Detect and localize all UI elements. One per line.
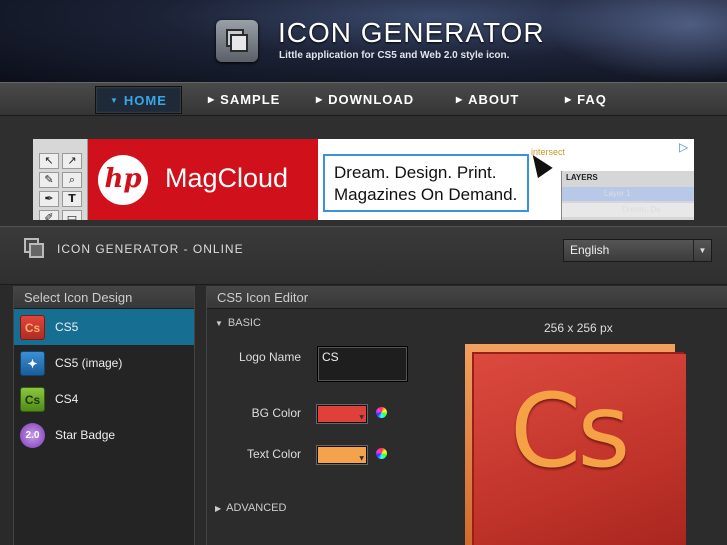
ad-toolbox: ↖ ↗ ✎ ⌕ ✒ T ✐ ▭	[33, 139, 88, 220]
site-subtitle: Little application for CS5 and Web 2.0 s…	[279, 50, 510, 61]
list-item-label: CS5	[55, 320, 79, 334]
logo-name-label: Logo Name	[238, 350, 301, 364]
nav-home[interactable]: ▼ HOME	[95, 86, 182, 114]
cs4-icon: Cs	[20, 387, 45, 412]
advanced-section-toggle[interactable]: ▶ ADVANCED	[215, 502, 286, 514]
ad-brand-name: MagCloud	[165, 163, 289, 193]
caret-right-icon: ▶	[565, 95, 573, 104]
editor-heading: CS5 Icon Editor	[207, 287, 727, 309]
nav-sample[interactable]: ▶ SAMPLE	[208, 86, 280, 114]
chevron-down-icon: ▼	[693, 240, 711, 261]
bg-color-label: BG Color	[251, 406, 301, 420]
hp-logo: hp	[98, 155, 148, 205]
text-color-swatch[interactable]: ▼	[317, 446, 367, 464]
star-badge-icon: 2.0	[20, 423, 45, 448]
caret-right-icon: ▶	[456, 95, 464, 104]
icon-preview: Cs	[465, 344, 686, 545]
cs5-icon: Cs	[20, 315, 45, 340]
caret-right-icon: ▶	[208, 95, 216, 104]
app-panel: ICON GENERATOR - ONLINE English ▼ Select…	[0, 226, 727, 545]
app-header: ICON GENERATOR - ONLINE English ▼	[0, 227, 727, 285]
icon-editor: CS5 Icon Editor ▼ BASIC Logo Name CS BG C…	[206, 286, 727, 545]
icon-size-label: 256 x 256 px	[544, 321, 613, 335]
text-color-label: Text Color	[246, 447, 301, 461]
list-item-label: CS4	[55, 392, 79, 406]
logo-name-input[interactable]: CS	[317, 346, 408, 382]
preview-text: Cs	[510, 372, 630, 491]
language-select[interactable]: English ▼	[563, 239, 712, 262]
list-item-cs4[interactable]: Cs CS4	[14, 381, 194, 417]
caret-down-icon: ▼	[215, 319, 223, 328]
nav-download[interactable]: ▶ DOWNLOAD	[316, 86, 414, 114]
app-title: ICON GENERATOR - ONLINE	[57, 242, 244, 256]
bg-color-swatch[interactable]: ▼	[317, 405, 367, 423]
ad-brand-block: hp MagCloud	[88, 139, 318, 220]
app-logo-icon[interactable]	[216, 20, 258, 62]
caret-down-icon: ▼	[110, 96, 119, 105]
page: ICON GENERATOR Little application for CS…	[0, 0, 727, 545]
banner-area: ↖ ↗ ✎ ⌕ ✒ T ✐ ▭ hp MagCloud Dream. Desig…	[0, 116, 727, 226]
color-wheel-icon[interactable]	[376, 407, 387, 418]
basic-section-toggle[interactable]: ▼ BASIC	[215, 317, 261, 329]
caret-right-icon: ▶	[316, 95, 324, 104]
site-header: ICON GENERATOR Little application for CS…	[0, 0, 727, 82]
color-wheel-icon[interactable]	[376, 448, 387, 459]
app-layers-icon	[24, 238, 46, 260]
list-item-star-badge[interactable]: 2.0 Star Badge	[14, 417, 194, 453]
ad-message: Dream. Design. Print. Magazines On Deman…	[323, 154, 529, 212]
preview-front-layer: Cs	[474, 354, 686, 545]
list-item-cs5-image[interactable]: ✦ CS5 (image)	[14, 345, 194, 381]
nav-faq[interactable]: ▶ FAQ	[565, 86, 607, 114]
main-nav: ▼ HOME ▶ SAMPLE ▶ DOWNLOAD ▶ ABOUT ▶ FAQ	[0, 82, 727, 116]
caret-right-icon: ▶	[215, 504, 222, 513]
nav-about[interactable]: ▶ ABOUT	[456, 86, 519, 114]
list-heading: Select Icon Design	[14, 287, 194, 309]
list-item-cs5[interactable]: Cs CS5	[14, 309, 194, 345]
icon-design-list: Select Icon Design Cs CS5 ✦ CS5 (image) …	[13, 286, 195, 545]
list-item-label: CS5 (image)	[55, 356, 123, 370]
site-title: ICON GENERATOR	[278, 17, 545, 48]
ad-info-icon[interactable]: ▷	[679, 141, 691, 153]
ad-layers-panel: LAYERS Layer 1 Dream, De	[561, 171, 694, 220]
ad-banner[interactable]: ↖ ↗ ✎ ⌕ ✒ T ✐ ▭ hp MagCloud Dream. Desig…	[33, 139, 694, 220]
puzzle-icon: ✦	[20, 351, 45, 376]
list-item-label: Star Badge	[55, 428, 116, 442]
